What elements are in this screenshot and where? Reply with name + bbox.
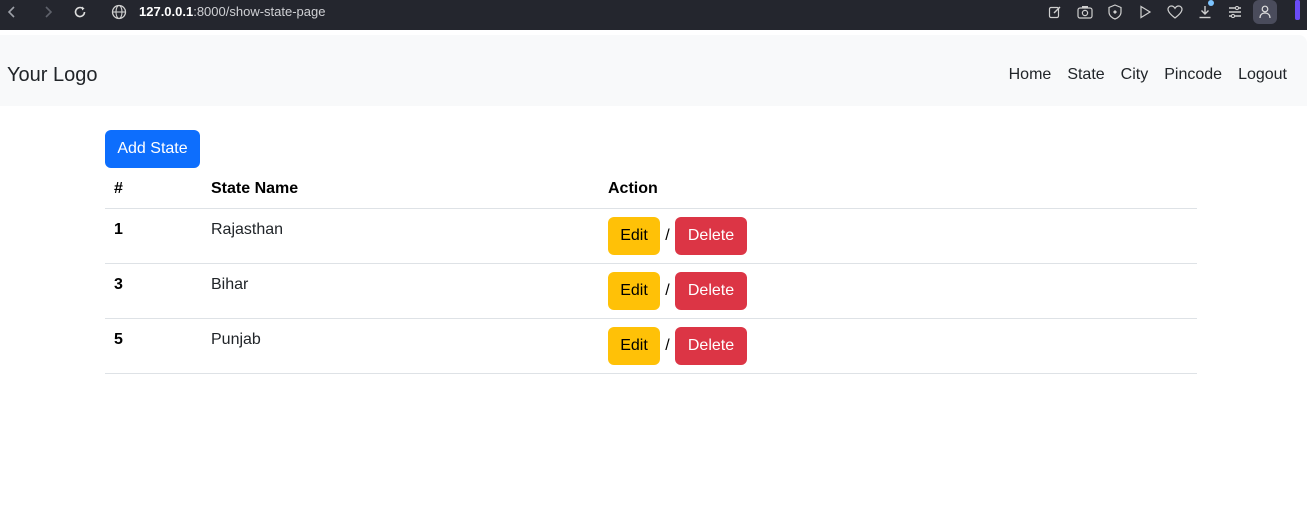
row-actions: Edit / Delete (608, 272, 747, 310)
add-state-button[interactable]: Add State (105, 130, 200, 168)
table-row: 5 Punjab Edit / Delete (105, 319, 1197, 374)
nav-link-state[interactable]: State (1067, 65, 1104, 85)
nav-link-city[interactable]: City (1121, 65, 1149, 85)
menu-icon[interactable] (1226, 3, 1244, 21)
browser-toolbar: 127.0.0.1:8000/show-state-page (0, 0, 1307, 30)
back-icon[interactable] (2, 0, 22, 24)
download-badge (1208, 0, 1214, 6)
globe-icon (111, 4, 127, 20)
row-id: 1 (114, 221, 123, 238)
action-separator: / (665, 227, 670, 244)
edit-button[interactable]: Edit (608, 327, 660, 365)
edit-button[interactable]: Edit (608, 272, 660, 310)
table-header: # State Name Action (105, 170, 1197, 209)
delete-button[interactable]: Delete (675, 327, 747, 365)
play-icon[interactable] (1136, 3, 1154, 21)
row-state-name: Rajasthan (211, 221, 284, 238)
header-id: # (114, 180, 123, 197)
edit-page-icon[interactable] (1046, 3, 1064, 21)
row-id: 5 (114, 331, 123, 348)
row-state-name: Bihar (211, 276, 249, 293)
nav-link-home[interactable]: Home (1009, 65, 1052, 85)
navbar: Your Logo Home State City Pincode Logout (0, 35, 1307, 106)
page-content: Your Logo Home State City Pincode Logout… (0, 30, 1307, 511)
profile-icon[interactable] (1253, 0, 1277, 24)
row-actions: Edit / Delete (608, 217, 747, 255)
edit-button[interactable]: Edit (608, 217, 660, 255)
row-actions: Edit / Delete (608, 327, 747, 365)
forward-icon[interactable] (38, 0, 58, 24)
action-separator: / (665, 282, 670, 299)
header-action: Action (608, 180, 658, 197)
address-bar[interactable]: 127.0.0.1:8000/show-state-page (139, 3, 325, 20)
delete-button[interactable]: Delete (675, 272, 747, 310)
row-id: 3 (114, 276, 123, 293)
shield-icon[interactable] (1106, 3, 1124, 21)
nav-link-pincode[interactable]: Pincode (1164, 65, 1222, 85)
camera-icon[interactable] (1076, 3, 1094, 21)
url-host: 127.0.0.1 (139, 4, 194, 19)
state-table: # State Name Action 1 Rajasthan Edit / D… (105, 170, 1197, 374)
delete-button[interactable]: Delete (675, 217, 747, 255)
url-path: :8000/show-state-page (193, 4, 326, 19)
table-row: 3 Bihar Edit / Delete (105, 264, 1197, 319)
row-state-name: Punjab (211, 331, 261, 348)
nav-links: Home State City Pincode Logout (1009, 65, 1287, 85)
heart-icon[interactable] (1166, 3, 1184, 21)
reload-icon[interactable] (70, 0, 90, 24)
table-row: 1 Rajasthan Edit / Delete (105, 209, 1197, 264)
sidebar-accent (1295, 0, 1300, 20)
action-separator: / (665, 337, 670, 354)
brand-logo[interactable]: Your Logo (7, 63, 97, 87)
nav-link-logout[interactable]: Logout (1238, 65, 1287, 85)
header-state-name: State Name (211, 180, 299, 197)
